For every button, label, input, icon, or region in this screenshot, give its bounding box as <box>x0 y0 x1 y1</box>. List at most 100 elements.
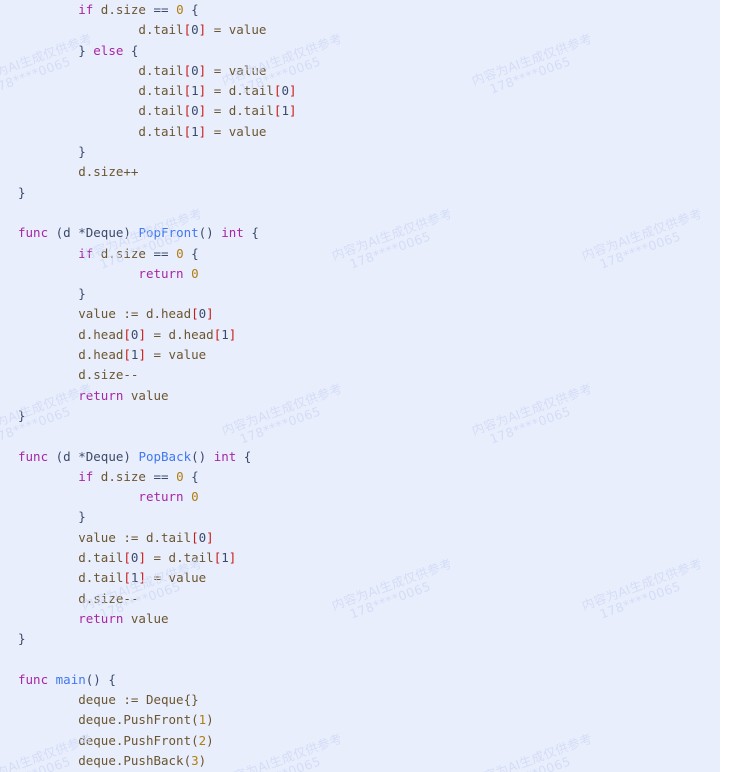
code-token: = value <box>145 570 207 586</box>
code-token: return <box>138 489 184 505</box>
code-token: = value <box>145 347 207 363</box>
code-token: { <box>123 42 139 58</box>
code-line: } <box>0 142 720 162</box>
code-token: ] <box>138 570 146 586</box>
code-token: d.tail <box>138 62 184 78</box>
code-token: == <box>153 468 169 484</box>
code-token: PopBack <box>138 448 192 464</box>
code-token: = value <box>206 123 267 139</box>
code-token: () { <box>85 671 116 687</box>
code-token: [ <box>183 103 192 119</box>
code-token: ) <box>198 752 207 768</box>
code-line: d.tail[1] = value <box>0 122 720 142</box>
code-token: value <box>123 610 169 626</box>
code-line: } <box>0 183 720 203</box>
code-token: 0 <box>191 103 199 119</box>
code-token: } <box>18 184 26 200</box>
code-token: value := d.tail <box>78 529 192 545</box>
code-token: 0 <box>176 245 184 261</box>
code-token: 3 <box>191 752 199 768</box>
code-token: } <box>78 509 86 525</box>
code-token: d.head <box>78 326 124 342</box>
code-token: 0 <box>191 22 199 38</box>
code-line: func (d *Deque) PopFront() int { <box>0 223 720 243</box>
code-token: ) <box>206 732 214 748</box>
code-token: d.size-- <box>78 590 139 606</box>
code-token: { <box>183 468 199 484</box>
code-token: } <box>78 286 86 302</box>
code-line: } <box>0 507 720 527</box>
code-token: ] <box>228 326 237 342</box>
code-token: ] <box>288 103 297 119</box>
code-token: ] <box>206 529 214 545</box>
code-token: [ <box>123 550 131 566</box>
code-token: ] <box>228 550 237 566</box>
code-line: value := d.head[0] <box>0 304 720 324</box>
code-line: if d.size == 0 { <box>0 0 720 20</box>
code-token: ] <box>138 326 146 342</box>
code-token: [ <box>123 347 131 363</box>
code-token: 1 <box>221 326 229 342</box>
code-token: == <box>153 245 169 261</box>
code-block[interactable]: if d.size == 0 { d.tail[0] = value } els… <box>0 0 720 772</box>
code-token: d.tail <box>78 550 124 566</box>
code-line: d.tail[0] = d.tail[1] <box>0 548 720 568</box>
code-line: d.size++ <box>0 162 720 182</box>
code-token: (d <box>48 225 79 241</box>
code-token: [ <box>191 306 199 322</box>
code-token: 1 <box>221 550 229 566</box>
code-lines: if d.size == 0 { d.tail[0] = value } els… <box>0 0 720 771</box>
code-token: func <box>18 225 49 241</box>
code-token: 0 <box>281 83 289 99</box>
code-line: d.head[0] = d.head[1] <box>0 325 720 345</box>
code-token: deque := Deque{} <box>78 692 199 708</box>
code-line: return value <box>0 609 720 629</box>
code-token: int <box>221 225 244 241</box>
code-token: 1 <box>281 103 289 119</box>
code-token: if <box>78 2 94 17</box>
code-token: int <box>213 448 237 464</box>
code-token: deque.PushFront( <box>78 712 199 728</box>
code-token: = d.head <box>145 326 214 342</box>
code-token: ) <box>123 448 139 464</box>
code-token: return <box>78 610 124 626</box>
code-token: 0 <box>176 468 184 484</box>
code-token: ] <box>288 83 297 99</box>
code-line: deque := Deque{} <box>0 690 720 710</box>
code-line: func (d *Deque) PopBack() int { <box>0 447 720 467</box>
code-token: d.head <box>78 347 124 363</box>
code-token: 1 <box>191 83 199 99</box>
code-token: *Deque <box>78 225 124 241</box>
code-token: ] <box>206 306 214 322</box>
code-line: d.size-- <box>0 365 720 385</box>
code-line: deque.PushFront(1) <box>0 710 720 730</box>
code-token: = value <box>206 22 267 38</box>
code-token: d.tail <box>138 22 184 38</box>
code-token: value := d.head <box>78 306 192 322</box>
code-token: 1 <box>191 123 199 139</box>
code-token: 0 <box>191 62 199 78</box>
code-token: ] <box>138 550 146 566</box>
code-token: = d.tail <box>206 103 274 119</box>
code-token: if <box>78 468 94 484</box>
code-token: *Deque <box>78 448 124 464</box>
code-token: = d.tail <box>145 550 214 566</box>
